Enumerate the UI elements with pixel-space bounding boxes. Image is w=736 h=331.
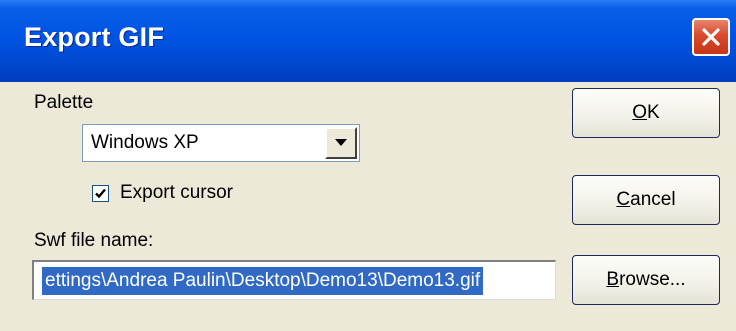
title-bar[interactable]: Export GIF	[0, 0, 736, 82]
close-button[interactable]	[692, 18, 730, 56]
swf-file-name-label: Swf file name:	[34, 230, 154, 251]
browse-button[interactable]: Browse...	[572, 255, 720, 305]
cancel-button-mnemonic: C	[616, 189, 631, 210]
browse-button-label: rowse...	[619, 269, 686, 290]
palette-dropdown[interactable]: Windows XP	[82, 124, 360, 162]
ok-button-mnemonic: O	[632, 102, 648, 123]
export-cursor-checkbox[interactable]	[92, 185, 109, 202]
palette-selected-value: Windows XP	[91, 132, 199, 153]
palette-label: Palette	[34, 92, 94, 113]
palette-dropdown-button[interactable]	[325, 127, 357, 159]
browse-button-mnemonic: B	[606, 269, 620, 290]
window-title: Export GIF	[24, 22, 165, 52]
cancel-button-label: ancel	[630, 189, 676, 210]
export-cursor-label[interactable]: Export cursor	[120, 182, 233, 204]
chevron-down-icon	[335, 139, 347, 146]
checkmark-icon	[95, 188, 106, 199]
close-icon	[702, 28, 720, 46]
ok-button-label: K	[647, 102, 660, 123]
cancel-button[interactable]: Cancel	[572, 175, 720, 225]
ok-button[interactable]: OK	[572, 88, 720, 138]
swf-file-name-input[interactable]: ettings\Andrea Paulin\Desktop\Demo13\Dem…	[32, 260, 556, 300]
swf-file-name-value: ettings\Andrea Paulin\Desktop\Demo13\Dem…	[42, 267, 484, 295]
export-gif-dialog: Export GIF Palette Windows XP Export cur…	[0, 0, 736, 331]
